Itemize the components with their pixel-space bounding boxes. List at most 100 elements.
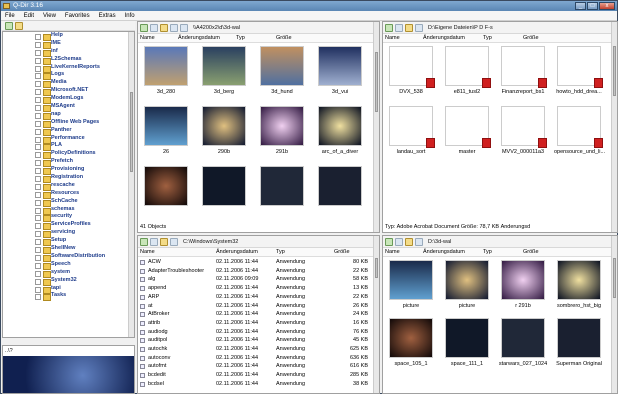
thumbnail-item[interactable]: DVX_538 [386, 46, 436, 95]
col-size[interactable]: Größe [523, 248, 539, 257]
tree-item[interactable]: schemas [3, 206, 134, 215]
menu-extras[interactable]: Extras [99, 11, 116, 20]
table-row[interactable]: bcdsel 02.11.2006 11:44 Anwendung 38 KB [138, 380, 372, 389]
col-size[interactable]: Größe [523, 34, 539, 43]
minimize-button[interactable]: _ [575, 2, 586, 10]
col-date[interactable]: Änderungsdatum [178, 34, 220, 43]
tree-item[interactable]: LiveKernelReports [3, 64, 134, 73]
table-row[interactable]: attrib 02.11.2006 11:44 Anwendung 16 KB [138, 319, 372, 328]
tree-item[interactable]: rescache [3, 182, 134, 191]
menu-favorites[interactable]: Favorites [65, 11, 90, 20]
col-name[interactable]: Name [140, 248, 155, 257]
thumbnail-item[interactable]: picture [442, 260, 492, 309]
thumbnail-item[interactable]: MVV2_000011a3 [498, 106, 548, 155]
table-row[interactable]: append 02.11.2006 11:44 Anwendung 13 KB [138, 284, 372, 293]
maximize-button[interactable]: □ [587, 2, 598, 10]
tree-item[interactable]: Help [3, 32, 134, 41]
tree-item[interactable]: security [3, 213, 134, 223]
tree-item[interactable]: inf [3, 48, 134, 57]
back-icon[interactable] [140, 237, 148, 246]
folder-icon[interactable] [405, 237, 413, 246]
tree-item[interactable]: Logs [3, 71, 134, 81]
thumbnail-item[interactable] [141, 166, 191, 209]
col-name[interactable]: Name [385, 248, 400, 257]
col-size[interactable]: Größe [276, 34, 292, 43]
folder-icon[interactable] [160, 237, 168, 246]
tree-item[interactable]: Microsoft.NET [3, 87, 134, 97]
thumbnail-item[interactable]: opensource_und_li... [554, 106, 605, 155]
thumbnail-item[interactable]: 26 [141, 106, 191, 155]
tree-item[interactable]: SoftwareDistribution [3, 253, 134, 262]
tree-item[interactable]: ModemLogs [3, 95, 134, 105]
address-bar[interactable]: C:\Windows\System32 [180, 238, 379, 246]
tree-item[interactable]: nap [3, 111, 134, 120]
scrollbar[interactable] [373, 236, 379, 393]
thumbnail-item[interactable]: landau_sort [386, 106, 436, 155]
col-date[interactable]: Änderungsdatum [216, 248, 258, 257]
address-bar[interactable]: \\A4200x2\d\3d-wal [190, 24, 379, 32]
thumbnail-item[interactable]: sombrero_hst_big [554, 260, 604, 309]
table-row[interactable]: at 02.11.2006 11:44 Anwendung 26 KB [138, 302, 372, 311]
table-row[interactable]: autochk 02.11.2006 11:44 Anwendung 625 KB [138, 345, 372, 354]
menu-edit[interactable]: Edit [24, 11, 34, 20]
col-date[interactable]: Änderungsdatum [423, 34, 465, 43]
thumbnail-item[interactable]: 3d_berg [199, 46, 249, 95]
thumbnail-item[interactable]: 3d_vui [315, 46, 365, 95]
tree-item[interactable]: Provisioning [3, 166, 134, 176]
address-bar[interactable]: D:\3d-wal [425, 238, 617, 246]
tree-item[interactable]: ServiceProfiles [3, 221, 134, 231]
tree-item[interactable]: MSAgent [3, 103, 134, 112]
folder-icon[interactable] [160, 23, 168, 32]
view-icon[interactable] [415, 23, 423, 32]
thumbnail-item[interactable]: space_111_1 [442, 318, 492, 367]
back-icon[interactable] [140, 23, 148, 32]
tree-item[interactable]: servicing [3, 229, 134, 239]
tree-item[interactable]: System32 [3, 277, 134, 286]
col-type[interactable]: Typ [276, 248, 285, 257]
table-row[interactable]: alg 02.11.2006 09:09 Anwendung 58 KB [138, 275, 372, 284]
col-name[interactable]: Name [385, 34, 400, 43]
tree-item[interactable]: Registration [3, 174, 134, 183]
tree-item[interactable]: SchCache [3, 198, 134, 207]
scrollbar[interactable] [611, 236, 617, 393]
table-row[interactable]: autofmt 02.11.2006 11:44 Anwendung 616 KB [138, 362, 372, 371]
tree-item[interactable]: Offline Web Pages [3, 119, 134, 128]
folder-tree[interactable]: Help IME inf L2Schemas LiveKernelReports Logs… [2, 31, 135, 338]
thumbnail-item[interactable]: space_105_1 [386, 318, 436, 367]
table-row[interactable]: AdapterTroubleshooter 02.11.2006 11:44 Anw… [138, 267, 372, 276]
tree-item[interactable]: Tasks [3, 292, 134, 302]
col-type[interactable]: Typ [236, 34, 245, 43]
thumbnail-item[interactable]: picture [386, 260, 436, 309]
menu-file[interactable]: File [5, 11, 15, 20]
thumbnail-item[interactable]: arc_of_a_diver [315, 106, 365, 155]
col-type[interactable]: Typ [483, 34, 492, 43]
view-icon[interactable] [170, 23, 178, 32]
back-icon[interactable] [385, 237, 393, 246]
table-row[interactable]: ARP 02.11.2006 11:44 Anwendung 22 KB [138, 293, 372, 302]
up-icon[interactable] [395, 237, 403, 246]
col-date[interactable]: Änderungsdatum [423, 248, 465, 257]
tree-item[interactable]: IME [3, 40, 134, 49]
tree-item[interactable]: Prefetch [3, 158, 134, 168]
tree-item[interactable]: Setup [3, 237, 134, 247]
col-size[interactable]: Größe [334, 248, 350, 257]
up-icon[interactable] [395, 23, 403, 32]
view-icon[interactable] [170, 237, 178, 246]
back-icon[interactable] [385, 23, 393, 32]
tree-item[interactable]: Performance [3, 135, 134, 144]
thumbnail-item[interactable]: starwars_027_1024 [498, 318, 548, 367]
folder-icon[interactable] [405, 23, 413, 32]
table-row[interactable]: ACW 02.11.2006 11:44 Anwendung 80 KB [138, 258, 372, 267]
tree-item[interactable]: Speech [3, 261, 134, 270]
thumbnail-item[interactable]: Finanzreport_bs1 [498, 46, 548, 95]
close-button[interactable]: x [599, 2, 615, 10]
thumbnail-item[interactable]: r 291b [498, 260, 548, 309]
col-name[interactable]: Name [140, 34, 155, 43]
tree-item[interactable]: system [3, 269, 134, 278]
thumbnail-item[interactable] [199, 166, 249, 209]
scrollbar[interactable] [611, 22, 617, 232]
tree-item[interactable]: PolicyDefinitions [3, 150, 134, 160]
table-row[interactable]: bcdedit 02.11.2006 11:44 Anwendung 285 KB [138, 371, 372, 380]
table-row[interactable]: auditpol 02.11.2006 11:44 Anwendung 45 KB [138, 336, 372, 345]
thumbnail-item[interactable]: 291b [257, 106, 307, 155]
